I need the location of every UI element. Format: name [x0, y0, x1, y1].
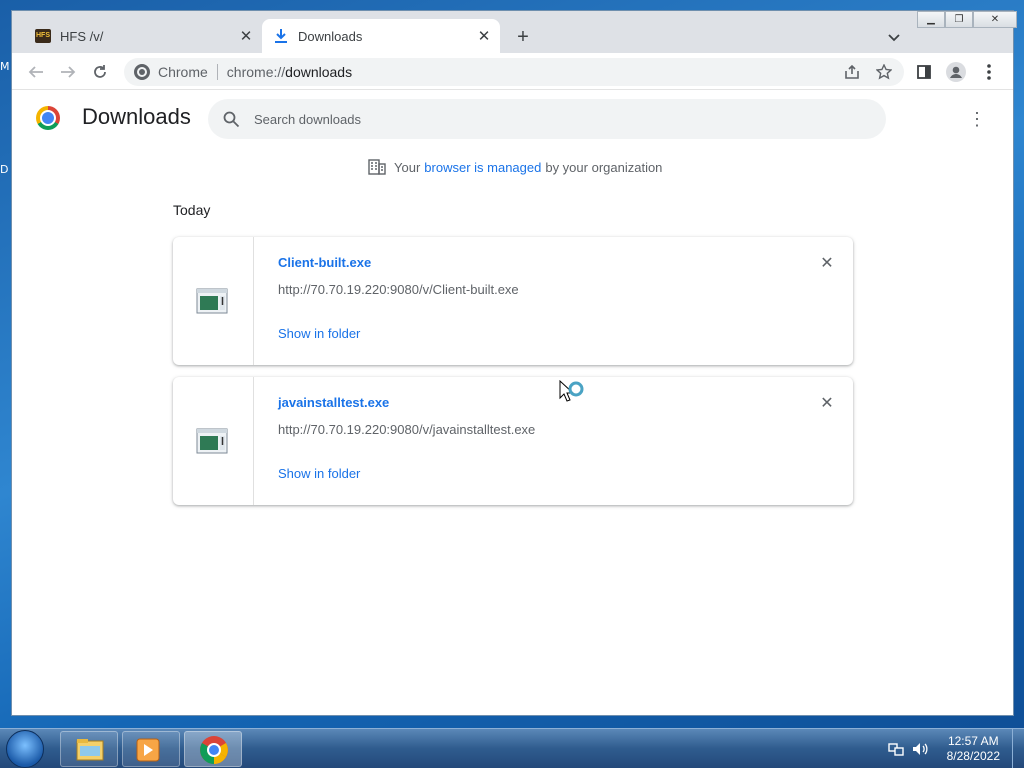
back-icon[interactable] — [24, 60, 48, 84]
new-tab-button[interactable]: + — [512, 27, 534, 49]
address-bar[interactable]: Chrome chrome:// downloads — [124, 58, 904, 86]
download-item: javainstalltest.exe http://70.70.19.220:… — [173, 377, 853, 505]
managed-prefix: Your — [394, 159, 421, 175]
chrome-page-icon — [134, 64, 150, 80]
search-icon — [222, 110, 240, 128]
file-icon-column — [173, 237, 254, 365]
start-button[interactable] — [6, 730, 44, 768]
menu-kebab-icon[interactable] — [977, 60, 1001, 84]
managed-suffix: by your organization — [545, 159, 663, 175]
remove-download-icon[interactable]: ✕ — [817, 255, 837, 275]
side-panel-icon[interactable] — [912, 60, 936, 84]
download-url: http://70.70.19.220:9080/v/javainstallte… — [278, 422, 536, 437]
restore-button[interactable]: ❐ — [945, 11, 973, 28]
clock[interactable]: 12:57 AM 8/28/2022 — [947, 734, 1000, 764]
tab-strip: HFS HFS /v/ ✕ Downloads ✕ + ▁ ❐ ✕ — [12, 11, 1017, 53]
clock-time: 12:57 AM — [947, 734, 999, 748]
download-icon — [272, 27, 290, 45]
building-icon — [368, 159, 386, 175]
file-icon-column — [173, 377, 254, 505]
hfs-icon: HFS — [34, 27, 52, 45]
minimize-button[interactable]: ▁ — [917, 11, 945, 28]
browser-window: HFS HFS /v/ ✕ Downloads ✕ + ▁ ❐ ✕ Chrome… — [11, 10, 1017, 716]
executable-file-icon — [196, 287, 228, 315]
tab-title: HFS /v/ — [60, 28, 104, 44]
clock-date: 8/28/2022 — [946, 749, 1000, 763]
download-url: http://70.70.19.220:9080/v/Client-built.… — [278, 282, 519, 297]
volume-icon[interactable] — [911, 740, 929, 758]
page-title: Downloads — [82, 104, 191, 129]
share-icon[interactable] — [840, 60, 864, 84]
network-icon[interactable] — [887, 740, 905, 758]
downloads-page: Downloads ⋮ Your browser is managed by y… — [12, 91, 1013, 715]
download-filename-link[interactable]: Client-built.exe — [278, 255, 371, 270]
tab-hfs[interactable]: HFS HFS /v/ ✕ — [24, 19, 262, 53]
omnibox-divider — [216, 64, 218, 80]
explorer-icon[interactable] — [60, 731, 118, 767]
busy-cursor-icon — [559, 379, 589, 410]
reload-icon[interactable] — [88, 60, 112, 84]
tab-downloads[interactable]: Downloads ✕ — [262, 19, 500, 53]
bookmark-star-icon[interactable] — [872, 60, 896, 84]
chrome-logo-icon — [36, 106, 60, 130]
close-tab-icon[interactable]: ✕ — [236, 26, 256, 46]
window-controls: ▁ ❐ ✕ — [917, 11, 1017, 29]
managed-link[interactable]: browser is managed — [424, 160, 541, 175]
download-item: Client-built.exe http://70.70.19.220:908… — [173, 237, 853, 365]
taskbar: 12:57 AM 8/28/2022 — [0, 728, 1024, 768]
date-header: Today — [173, 202, 211, 218]
url-scheme: chrome:// — [226, 64, 286, 80]
managed-notice: Your browser is managed by your organiza… — [368, 159, 662, 175]
page-menu-icon[interactable]: ⋮ — [968, 109, 986, 129]
show-in-folder-link[interactable]: Show in folder — [278, 466, 360, 481]
forward-icon[interactable] — [56, 60, 80, 84]
profile-avatar-icon[interactable] — [944, 60, 968, 84]
url-path: downloads — [285, 64, 353, 80]
tab-title: Downloads — [298, 28, 363, 44]
show-desktop-button[interactable] — [1012, 729, 1024, 768]
window-close-button[interactable]: ✕ — [973, 11, 1017, 28]
toolbar: Chrome chrome:// downloads — [12, 53, 1013, 90]
remove-download-icon[interactable]: ✕ — [817, 395, 837, 415]
tab-search-icon[interactable] — [884, 27, 904, 47]
executable-file-icon — [196, 427, 228, 455]
search-bar[interactable] — [208, 99, 886, 139]
download-filename-link[interactable]: javainstalltest.exe — [278, 395, 389, 410]
media-player-icon[interactable] — [122, 731, 180, 767]
show-in-folder-link[interactable]: Show in folder — [278, 326, 360, 341]
close-tab-icon[interactable]: ✕ — [474, 26, 494, 46]
system-tray: 12:57 AM 8/28/2022 — [887, 729, 1024, 768]
site-label: Chrome — [158, 64, 208, 80]
search-input[interactable] — [254, 111, 854, 127]
chrome-icon[interactable] — [184, 731, 242, 767]
